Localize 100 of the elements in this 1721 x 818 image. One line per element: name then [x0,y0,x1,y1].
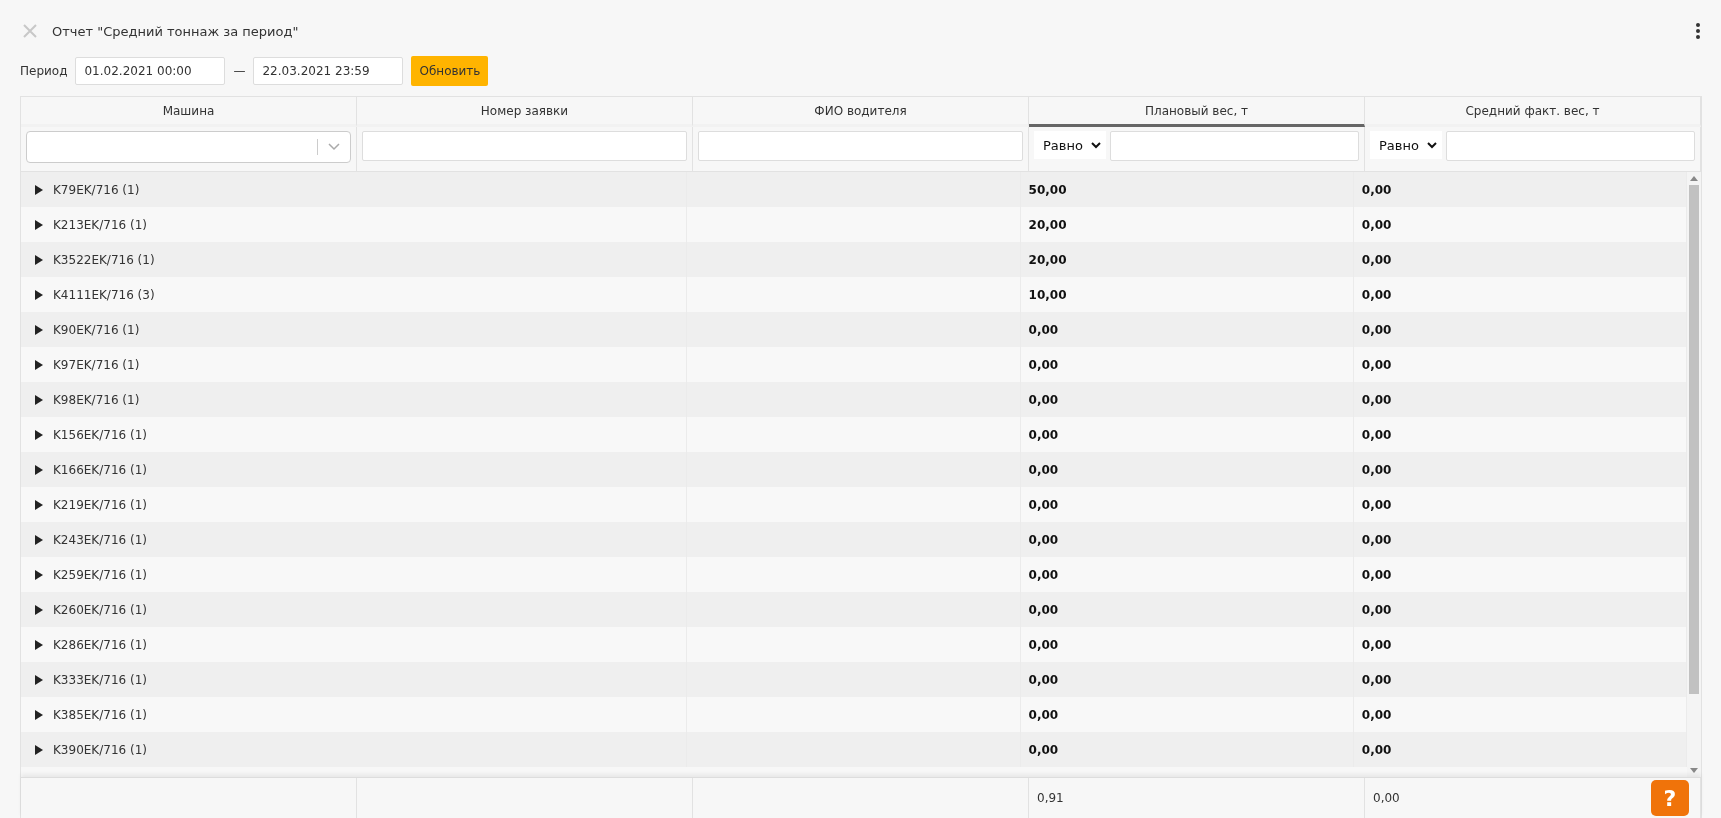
vehicle-cell: K385EK/716 (1) [53,707,147,722]
vehicle-cell: K213EK/716 (1) [53,217,147,232]
period-label: Период [20,64,68,78]
group-row[interactable]: K333EK/716 (1) 0,00 0,00 [21,662,1687,697]
chevron-down-icon [317,139,340,155]
operator-dropdown[interactable]: Равно [1034,131,1106,159]
planned-weight-cell: 0,00 [1028,322,1059,337]
expand-arrow-icon[interactable] [35,674,43,685]
expand-arrow-icon[interactable] [35,324,43,335]
actual-weight-cell: 0,00 [1361,252,1392,267]
planned-weight-cell: 0,00 [1028,427,1059,442]
group-row[interactable]: K3522EK/716 (1) 20,00 0,00 [21,242,1687,277]
expand-arrow-icon[interactable] [35,394,43,405]
vehicle-cell: K219EK/716 (1) [53,497,147,512]
expand-arrow-icon[interactable] [35,604,43,615]
date-to-field[interactable]: 22.03.2021 23:59 [253,57,404,85]
more-options-icon[interactable] [1695,22,1701,40]
planned-weight-total: 0,91 [1037,791,1064,805]
column-header[interactable]: Номер заявки [357,97,693,127]
column-header[interactable]: Плановый вес, т [1029,97,1365,127]
actual-weight-cell: 0,00 [1361,392,1392,407]
planned-weight-cell: 0,00 [1028,567,1059,582]
actual-weight-cell: 0,00 [1361,287,1392,302]
expand-arrow-icon[interactable] [35,499,43,510]
planned-weight-cell: 0,00 [1028,707,1059,722]
actual-weight-cell: 0,00 [1361,637,1392,652]
expand-arrow-icon[interactable] [35,219,43,230]
expand-arrow-icon[interactable] [35,289,43,300]
date-separator: — [233,64,246,78]
expand-arrow-icon[interactable] [35,429,43,440]
filter-value-field[interactable] [1110,131,1359,161]
planned-weight-cell: 0,00 [1028,742,1059,757]
actual-weight-cell: 0,00 [1361,707,1392,722]
expand-arrow-icon[interactable] [35,639,43,650]
actual-weight-cell: 0,00 [1361,532,1392,547]
group-row[interactable]: K243EK/716 (1) 0,00 0,00 [21,522,1687,557]
date-from-field[interactable]: 01.02.2021 00:00 [75,57,226,85]
actual-weight-cell: 0,00 [1361,672,1392,687]
vehicle-cell: K97EK/716 (1) [53,357,140,372]
chevron-down-icon [1091,141,1101,149]
expand-arrow-icon[interactable] [35,744,43,755]
column-header[interactable]: ФИО водителя [693,97,1029,127]
planned-weight-cell: 20,00 [1028,217,1067,232]
group-row[interactable]: K260EK/716 (1) 0,00 0,00 [21,592,1687,627]
group-row[interactable]: K90EK/716 (1) 0,00 0,00 [21,312,1687,347]
planned-weight-cell: 50,00 [1028,182,1067,197]
planned-weight-cell: 0,00 [1028,392,1059,407]
actual-weight-total: 0,00 [1373,791,1400,805]
group-row[interactable]: K98EK/716 (1) 0,00 0,00 [21,382,1687,417]
planned-weight-cell: 0,00 [1028,637,1059,652]
vehicle-cell: K3522EK/716 (1) [53,252,155,267]
actual-weight-cell: 0,00 [1361,182,1392,197]
actual-weight-cell: 0,00 [1361,742,1392,757]
vehicle-cell: K79EK/716 (1) [53,182,140,197]
expand-arrow-icon[interactable] [35,254,43,265]
group-row[interactable]: K166EK/716 (1) 0,00 0,00 [21,452,1687,487]
chevron-down-icon [1427,141,1437,149]
planned-weight-cell: 10,00 [1028,287,1067,302]
vehicle-cell: K4111EK/716 (3) [53,287,155,302]
planned-weight-cell: 0,00 [1028,357,1059,372]
expand-arrow-icon[interactable] [35,359,43,370]
vehicle-cell: K90EK/716 (1) [53,322,140,337]
planned-weight-cell: 0,00 [1028,532,1059,547]
filter-field[interactable] [362,131,687,161]
filter-value-field[interactable] [1446,131,1695,161]
expand-arrow-icon[interactable] [35,534,43,545]
actual-weight-cell: 0,00 [1361,322,1392,337]
vehicle-cell: K260EK/716 (1) [53,602,147,617]
actual-weight-cell: 0,00 [1361,357,1392,372]
vehicle-cell: K156EK/716 (1) [53,427,147,442]
group-row[interactable]: K79EK/716 (1) 50,00 0,00 [21,172,1687,207]
planned-weight-cell: 0,00 [1028,462,1059,477]
actual-weight-cell: 0,00 [1361,602,1392,617]
column-header[interactable]: Средний факт. вес, т [1365,97,1701,127]
expand-arrow-icon[interactable] [35,464,43,475]
group-row[interactable]: K390EK/716 (1) 0,00 0,00 [21,732,1687,767]
filter-field[interactable] [698,131,1023,161]
actual-weight-cell: 0,00 [1361,462,1392,477]
vehicle-cell: K286EK/716 (1) [53,637,147,652]
vehicle-cell: K390EK/716 (1) [53,742,147,757]
actual-weight-cell: 0,00 [1361,427,1392,442]
scroll-up-icon[interactable] [1690,176,1698,181]
expand-arrow-icon[interactable] [35,709,43,720]
expand-arrow-icon[interactable] [35,569,43,580]
actual-weight-cell: 0,00 [1361,217,1392,232]
expand-arrow-icon[interactable] [35,184,43,195]
vehicle-cell: K98EK/716 (1) [53,392,140,407]
vehicle-cell: K259EK/716 (1) [53,567,147,582]
planned-weight-cell: 20,00 [1028,252,1067,267]
column-header[interactable]: Машина [21,97,357,127]
planned-weight-cell: 0,00 [1028,497,1059,512]
planned-weight-cell: 0,00 [1028,672,1059,687]
actual-weight-cell: 0,00 [1361,567,1392,582]
actual-weight-cell: 0,00 [1361,497,1392,512]
vehicle-cell: K333EK/716 (1) [53,672,147,687]
vehicle-cell: K243EK/716 (1) [53,532,147,547]
vehicle-cell: K166EK/716 (1) [53,462,147,477]
scroll-down-icon[interactable] [1690,768,1698,773]
operator-dropdown[interactable]: Равно [1370,131,1442,159]
refresh-button[interactable]: Обновить [411,56,489,86]
